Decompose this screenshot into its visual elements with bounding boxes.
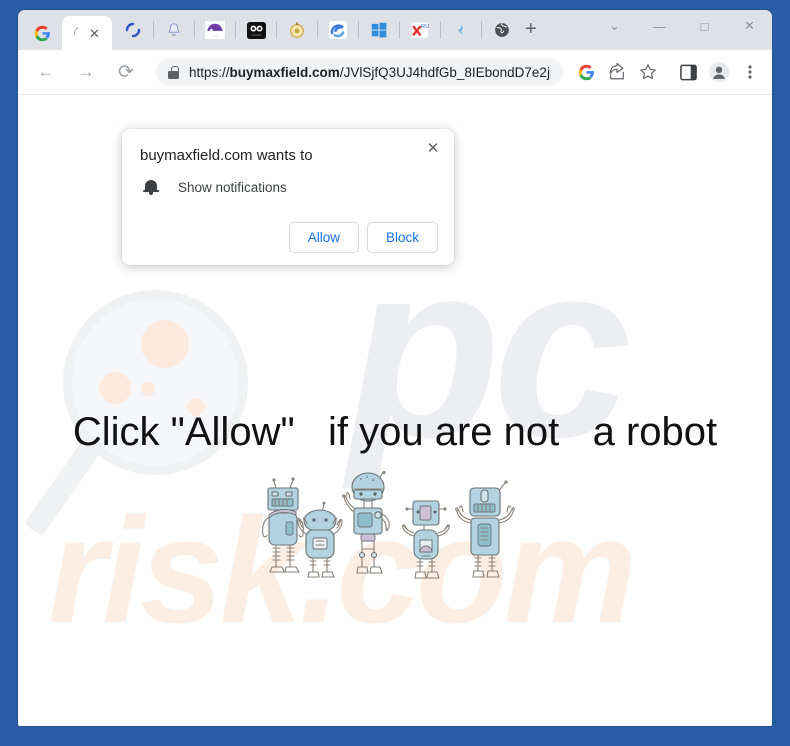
- tab-strip: ✕ RU + ⌄ — □ ✕: [18, 10, 772, 50]
- magnifying-glass-watermark: [23, 290, 263, 537]
- dialog-title: buymaxfield.com wants to: [140, 147, 313, 164]
- divider: [399, 21, 400, 39]
- window-chevron-down-icon[interactable]: ⌄: [592, 10, 637, 42]
- divider: [440, 21, 441, 39]
- edge-browser-icon[interactable]: [327, 19, 349, 41]
- address-bar[interactable]: https://buymaxfield.com/JVlSjfQ3UJ4hdfGb…: [156, 58, 563, 86]
- divider: [194, 21, 195, 39]
- address-bar-text: https://buymaxfield.com/JVlSjfQ3UJ4hdfGb…: [189, 65, 551, 80]
- tab-active[interactable]: ✕: [62, 16, 112, 50]
- robots-illustration: .rb { fill:#b2d3df; stroke:#6b7376; stro…: [262, 470, 515, 579]
- reload-button[interactable]: ⟳: [111, 57, 141, 87]
- browser-toolbar: ← → ⟳ https://buymaxfield.com/JVlSjfQ3UJ…: [18, 50, 772, 95]
- robot-2: [297, 501, 343, 578]
- robot-5: [455, 480, 515, 578]
- three-dot-menu-icon[interactable]: [736, 58, 764, 86]
- profile-avatar-icon[interactable]: [705, 58, 733, 86]
- dialog-close-icon[interactable]: ✕: [422, 137, 444, 159]
- bell-outline-icon[interactable]: [163, 19, 185, 41]
- black-face-icon[interactable]: [245, 19, 267, 41]
- new-tab-button[interactable]: +: [525, 19, 537, 39]
- back-button[interactable]: ←: [31, 57, 61, 87]
- share-icon[interactable]: [603, 58, 631, 86]
- side-panel-icon[interactable]: [674, 58, 702, 86]
- page-viewport: pc risk.com Click "Allow" if you are not…: [18, 95, 772, 726]
- robot-4: [402, 500, 450, 579]
- google-account-icon[interactable]: [572, 58, 600, 86]
- window-maximize-icon[interactable]: □: [682, 10, 727, 42]
- windows-logo-icon[interactable]: [368, 19, 390, 41]
- loading-spinner-icon: [72, 25, 89, 41]
- notification-permission-dialog: ✕ buymaxfield.com wants to Show notifica…: [122, 129, 454, 265]
- svg-text:RU: RU: [421, 24, 430, 30]
- divider: [153, 21, 154, 39]
- purple-cloud-icon[interactable]: [204, 19, 226, 41]
- screenshot-root: ✕ RU + ⌄ — □ ✕ ← → ⟳ https://buymaxfield…: [0, 0, 790, 746]
- tab-favicon-google[interactable]: [22, 16, 62, 50]
- globe-icon[interactable]: [491, 19, 513, 41]
- permission-row: Show notifications: [142, 178, 438, 196]
- divider: [481, 21, 482, 39]
- permission-label: Show notifications: [178, 179, 287, 195]
- bell-icon: [142, 178, 160, 196]
- forward-button[interactable]: →: [71, 57, 101, 87]
- allow-button[interactable]: Allow: [288, 222, 359, 253]
- red-x-ru-icon[interactable]: RU: [409, 19, 431, 41]
- gold-circle-icon[interactable]: [286, 19, 308, 41]
- window-minimize-icon[interactable]: —: [637, 10, 682, 42]
- url-host: buymaxfield.com: [229, 64, 340, 80]
- bookmark-star-icon[interactable]: [634, 58, 662, 86]
- lock-icon: [168, 65, 179, 79]
- robot-3: [342, 470, 390, 574]
- window-controls: ⌄ — □ ✕: [592, 10, 772, 42]
- divider: [235, 21, 236, 39]
- window-close-icon[interactable]: ✕: [727, 10, 772, 42]
- dialog-buttons: Allow Block: [138, 222, 438, 253]
- block-button[interactable]: Block: [366, 222, 438, 253]
- divider: [358, 21, 359, 39]
- loading-spinner-icon-2[interactable]: [122, 19, 144, 41]
- url-scheme: https://: [189, 64, 230, 80]
- divider: [317, 21, 318, 39]
- browser-window: ✕ RU + ⌄ — □ ✕ ← → ⟳ https://buymaxfield…: [18, 10, 772, 726]
- google-icon: [34, 25, 50, 41]
- robot-1: [262, 477, 304, 573]
- small-blue-icon[interactable]: [450, 19, 472, 41]
- bookmark-icon-strip: RU +: [112, 13, 537, 50]
- url-path: /JVlSjfQ3UJ4hdfGb_8IEbondD7e2jru...: [339, 64, 551, 80]
- page-headline: Click "Allow" if you are not a robot: [72, 410, 718, 454]
- divider: [276, 21, 277, 39]
- tab-close-icon[interactable]: ✕: [89, 27, 100, 40]
